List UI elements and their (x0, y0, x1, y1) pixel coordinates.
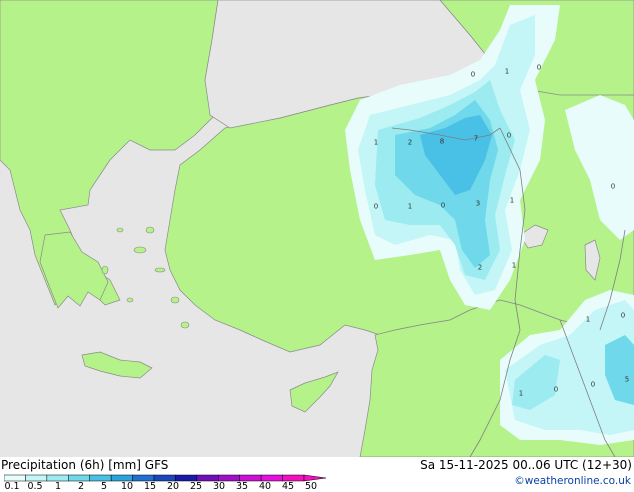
precip-value-label: 5 (624, 375, 630, 384)
precip-value-label: 0 (620, 311, 626, 320)
legend-tick-label: 5 (100, 481, 108, 492)
footer-bar: Precipitation (6h) [mm] GFS Sa 15-11-202… (0, 457, 634, 492)
precip-value-label: 0 (506, 131, 512, 140)
legend-tick-label: 2 (77, 481, 85, 492)
precip-value-label: 7 (473, 134, 479, 143)
legend-tick-label: 0.1 (4, 481, 20, 492)
legend-tick-label: 10 (120, 481, 134, 492)
precip-value-label: 0 (440, 201, 446, 210)
legend-tick-label: 35 (235, 481, 249, 492)
precip-value-label: 0 (610, 182, 616, 191)
legend-tick-label: 40 (258, 481, 272, 492)
legend-tick-label: 25 (189, 481, 203, 492)
precip-value-label: 2 (407, 138, 413, 147)
precip-value-label: 0 (373, 202, 379, 211)
legend-tick-label: 45 (281, 481, 295, 492)
legend-tick-label: 30 (212, 481, 226, 492)
credit-link[interactable]: ©weatheronline.co.uk (514, 475, 631, 487)
precip-value-label: 1 (518, 389, 524, 398)
precip-value-label: 1 (407, 202, 413, 211)
precip-value-label: 8 (439, 137, 445, 146)
legend-tick-label: 20 (166, 481, 180, 492)
precip-value-label: 0 (470, 70, 476, 79)
precip-value-label: 1 (511, 261, 517, 270)
precip-value-label: 0 (553, 385, 559, 394)
legend-tick-label: 1 (54, 481, 62, 492)
legend-tick-label: 15 (143, 481, 157, 492)
precip-value-label: 1 (504, 67, 510, 76)
precip-value-label: 0 (590, 380, 596, 389)
precip-value-label: 2 (477, 263, 483, 272)
precip-value-label: 1 (509, 196, 515, 205)
legend-tick-label: 0.5 (27, 481, 43, 492)
precip-value-label: 1 (373, 138, 379, 147)
precip-value-label: 3 (475, 199, 481, 208)
precip-value-label: 1 (585, 315, 591, 324)
precip-value-label: 0 (536, 63, 542, 72)
map-title: Precipitation (6h) [mm] GFS (1, 458, 169, 472)
forecast-timestamp: Sa 15-11-2025 00..06 UTC (12+30) (420, 458, 632, 472)
legend-tick-label: 50 (304, 481, 318, 492)
